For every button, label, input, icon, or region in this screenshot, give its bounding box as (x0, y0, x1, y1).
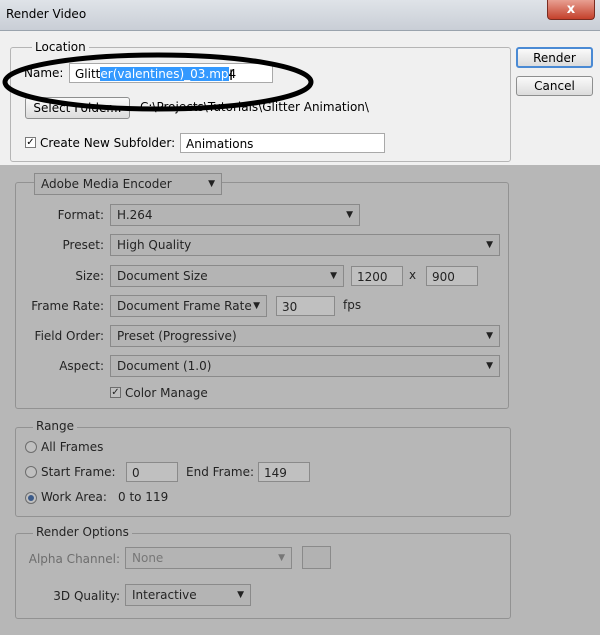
all-frames-label: All Frames (41, 440, 104, 454)
title-bar (0, 0, 600, 31)
render-options-legend: Render Options (33, 525, 132, 539)
aspect-select-value: Document (1.0) (117, 359, 212, 373)
close-button[interactable]: x (547, 0, 595, 20)
height-input[interactable]: 900 (426, 266, 478, 286)
width-input[interactable]: 1200 (351, 266, 403, 286)
3d-quality-value: Interactive (132, 588, 197, 602)
encoder-select-value: Adobe Media Encoder (41, 177, 172, 191)
work-area-label: Work Area: (41, 490, 107, 504)
alpha-color-swatch[interactable] (302, 546, 331, 569)
field-order-select[interactable]: Preset (Progressive) ▼ (110, 325, 500, 347)
chevron-down-icon: ▼ (486, 240, 493, 250)
end-frame-input[interactable]: 149 (258, 462, 310, 482)
all-frames-radio[interactable] (25, 441, 37, 453)
start-frame-label: Start Frame: (41, 465, 116, 479)
format-select-value: H.264 (117, 208, 153, 222)
subfolder-input[interactable]: Animations (180, 133, 385, 153)
field-order-label: Field Order: (34, 329, 104, 343)
work-area-radio[interactable] (25, 492, 37, 504)
end-frame-label: End Frame: (186, 465, 255, 479)
create-subfolder-label: Create New Subfolder: (40, 136, 176, 150)
chevron-down-icon: ▼ (346, 210, 353, 220)
aspect-label: Aspect: (59, 359, 104, 373)
preset-label: Preset: (62, 238, 104, 252)
size-select[interactable]: Document Size ▼ (110, 265, 344, 287)
work-area-value: 0 to 119 (118, 490, 169, 504)
checkmark-icon: ✓ (111, 387, 120, 398)
preset-select-value: High Quality (117, 238, 192, 252)
chevron-down-icon: ▼ (330, 271, 337, 281)
format-label: Format: (57, 208, 104, 222)
frame-rate-select-value: Document Frame Rate (117, 299, 252, 313)
format-select[interactable]: H.264 ▼ (110, 204, 360, 226)
chevron-down-icon: ▼ (208, 179, 215, 189)
alpha-channel-label: Alpha Channel: (28, 552, 120, 566)
color-manage-checkbox[interactable]: ✓ (110, 387, 121, 398)
size-x-separator: x (409, 268, 417, 282)
range-legend: Range (33, 419, 78, 433)
chevron-down-icon: ▼ (253, 301, 260, 311)
chevron-down-icon: ▼ (237, 590, 244, 600)
render-options-group (15, 533, 511, 619)
aspect-select[interactable]: Document (1.0) ▼ (110, 355, 500, 377)
chevron-down-icon: ▼ (486, 361, 493, 371)
frame-rate-select[interactable]: Document Frame Rate ▼ (110, 295, 267, 317)
cancel-button[interactable]: Cancel (516, 76, 593, 96)
checkmark-icon: ✓ (26, 137, 35, 148)
fps-input[interactable]: 30 (276, 296, 335, 316)
size-label: Size: (75, 269, 104, 283)
field-order-select-value: Preset (Progressive) (117, 329, 237, 343)
size-select-value: Document Size (117, 269, 208, 283)
alpha-channel-value: None (132, 551, 164, 565)
create-subfolder-checkbox[interactable]: ✓ (25, 137, 36, 148)
encoder-select[interactable]: Adobe Media Encoder ▼ (34, 173, 222, 195)
annotation-ellipse (2, 52, 314, 112)
frame-rate-label: Frame Rate: (31, 299, 104, 313)
color-manage-label: Color Manage (125, 386, 208, 400)
i-beam-cursor-icon: I (229, 68, 234, 84)
start-frame-input[interactable]: 0 (126, 462, 178, 482)
alpha-channel-select[interactable]: None ▼ (125, 547, 292, 569)
chevron-down-icon: ▼ (486, 331, 493, 341)
fps-unit: fps (343, 298, 362, 312)
chevron-down-icon: ▼ (278, 553, 285, 563)
render-button[interactable]: Render (516, 47, 593, 68)
3d-quality-label: 3D Quality: (53, 589, 120, 603)
start-frame-radio[interactable] (25, 466, 37, 478)
window-title: Render Video (6, 7, 87, 21)
preset-select[interactable]: High Quality ▼ (110, 234, 500, 256)
3d-quality-select[interactable]: Interactive ▼ (125, 584, 251, 606)
